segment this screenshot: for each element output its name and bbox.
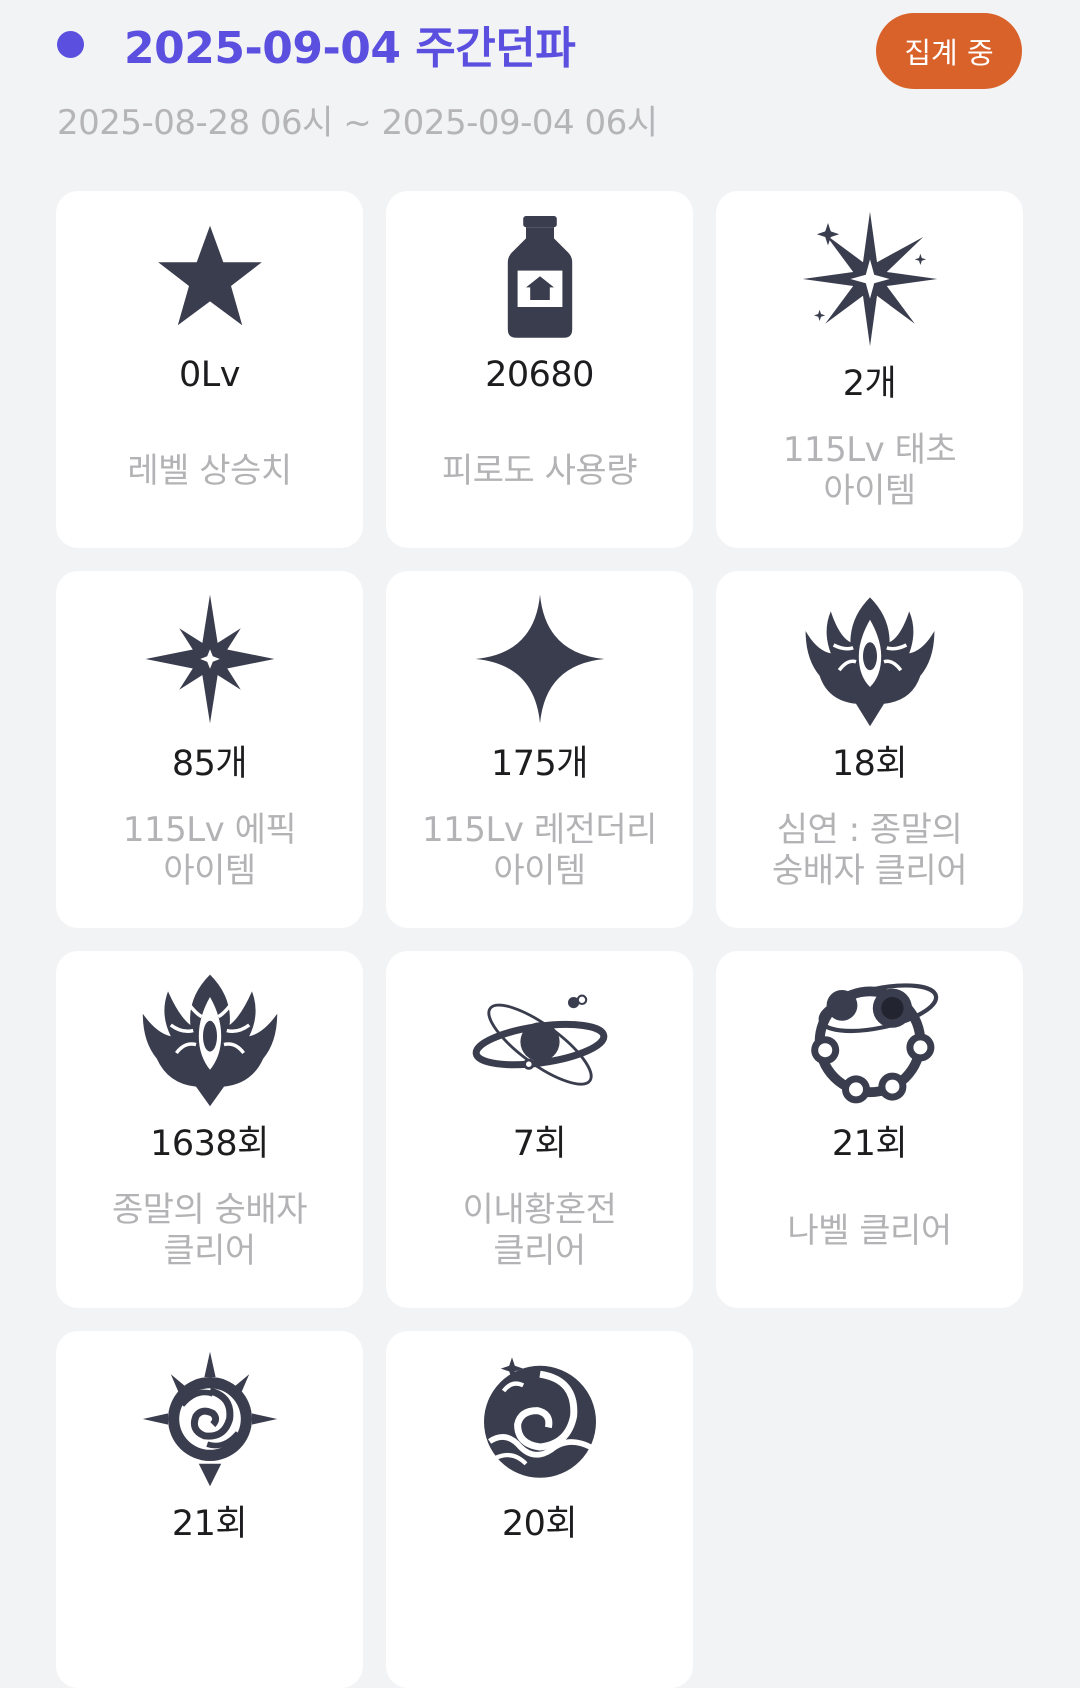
rose-emblem-icon (56, 1349, 363, 1489)
stat-label (56, 1561, 363, 1661)
star-icon (56, 209, 363, 349)
stat-label: 종말의 숭배자 클리어 (112, 1190, 308, 1271)
stat-value: 21회 (831, 1124, 908, 1164)
stat-card-epic-item[interactable]: 85개 115Lv 에픽 아이템 (56, 571, 363, 928)
abyss-crest-icon (716, 589, 1023, 729)
stat-value: 1638회 (150, 1124, 269, 1164)
stat-card-abyss-cultist[interactable]: 18회 심연 : 종말의 숭배자 클리어 (716, 571, 1023, 928)
stat-label: 115Lv 레전더리 아이템 (422, 810, 657, 891)
stat-card-twilight[interactable]: 7회 이내황혼전 클리어 (386, 951, 693, 1308)
stat-value: 20회 (501, 1504, 578, 1544)
stat-label: 피로도 사용량 (442, 450, 638, 491)
stat-label (386, 1561, 693, 1661)
stat-label: 나벨 클리어 (787, 1210, 952, 1251)
stat-card-level[interactable]: 0Lv 레벨 상승치 (56, 191, 363, 548)
stat-card-legendary-item[interactable]: 175개 115Lv 레전더리 아이템 (386, 571, 693, 928)
stat-label: 심연 : 종말의 숭배자 클리어 (772, 810, 968, 891)
planet-ring-icon (716, 969, 1023, 1109)
crest-icon (56, 969, 363, 1109)
legendary-sparkle-icon (386, 589, 693, 729)
stat-label: 이내황혼전 클리어 (462, 1190, 617, 1271)
stat-value: 21회 (171, 1504, 248, 1544)
stat-value: 175개 (490, 744, 589, 784)
stat-card-nabel[interactable]: 21회 나벨 클리어 (716, 951, 1023, 1308)
stat-card-primeval-item[interactable]: 2개 115Lv 태초 아이템 (716, 191, 1023, 548)
stat-card-wave[interactable]: 20회 (386, 1331, 693, 1688)
stat-card-rose[interactable]: 21회 (56, 1331, 363, 1688)
planet-orbit-icon (386, 969, 693, 1109)
epic-sparkle-icon (56, 589, 363, 729)
stat-value: 2개 (842, 364, 897, 404)
stats-grid: 0Lv 레벨 상승치 20680 피로도 사용량 2개 115Lv 태초 아이템… (0, 0, 1080, 1688)
stat-card-fatigue[interactable]: 20680 피로도 사용량 (386, 191, 693, 548)
stat-card-cultist[interactable]: 1638회 종말의 숭배자 클리어 (56, 951, 363, 1308)
wave-emblem-icon (386, 1349, 693, 1489)
potion-bottle-icon (386, 209, 693, 349)
stat-value: 18회 (831, 744, 908, 784)
stat-value: 0Lv (179, 355, 240, 395)
stat-label: 115Lv 태초 아이템 (782, 430, 957, 511)
stat-label: 레벨 상승치 (127, 450, 292, 491)
stat-value: 85개 (171, 744, 248, 784)
stat-value: 20680 (485, 355, 594, 395)
starburst-icon (716, 209, 1023, 349)
stat-value: 7회 (512, 1124, 567, 1164)
stat-label: 115Lv 에픽 아이템 (122, 810, 297, 891)
